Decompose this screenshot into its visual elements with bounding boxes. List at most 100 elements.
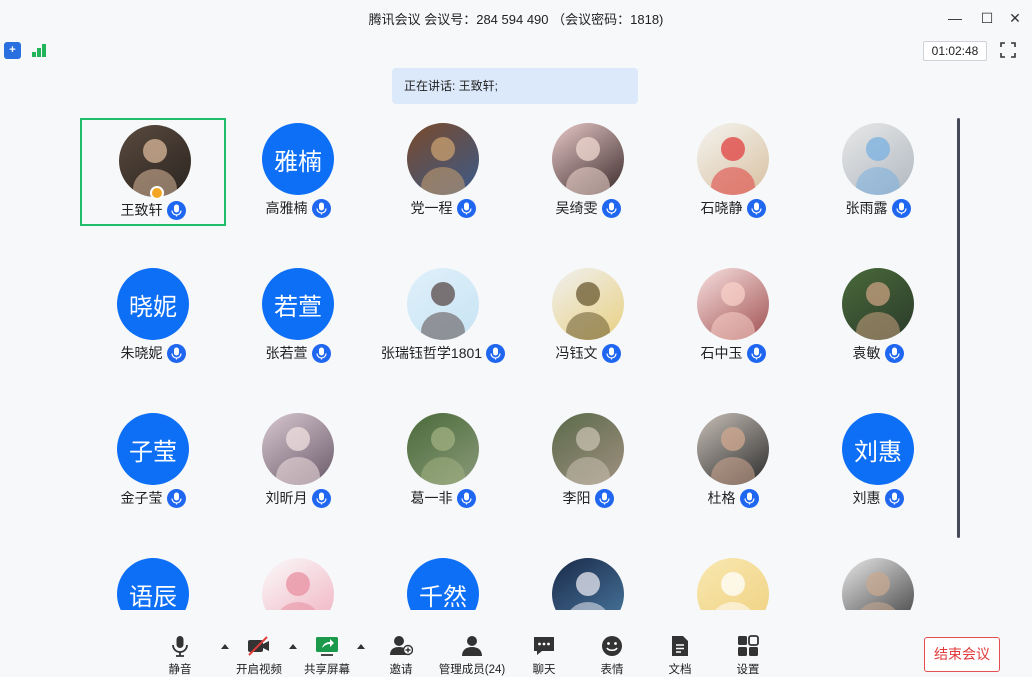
- avatar: 雅楠: [262, 123, 334, 195]
- participant-tile[interactable]: 若萱 张若萱: [225, 263, 371, 371]
- participant-tile[interactable]: 冯钰文: [515, 263, 661, 371]
- avatar: [697, 123, 769, 195]
- avatar: 语辰: [117, 558, 189, 610]
- title-bar: 腾讯会议 会议号：284 594 490 （会议密码：1818) — ☐ ✕: [0, 0, 1032, 36]
- avatar: 刘惠: [842, 413, 914, 485]
- avatar: [407, 413, 479, 485]
- participant-tile[interactable]: 王致轩: [80, 118, 226, 226]
- participant-tile[interactable]: 语辰: [80, 553, 226, 610]
- host-badge-icon: [150, 186, 164, 200]
- window-title: 腾讯会议 会议号：284 594 490 （会议密码：1818): [368, 12, 664, 27]
- participant-mic-icon: [311, 198, 331, 218]
- participant-tile[interactable]: 吴绮雯: [515, 118, 661, 226]
- participant-tile[interactable]: 张瑞钰哲学1801: [370, 263, 516, 371]
- shield-icon[interactable]: +: [4, 42, 21, 59]
- participant-mic-icon: [601, 343, 621, 363]
- start-video-label: 开启视频: [236, 664, 282, 676]
- status-bar: + 01:02:48: [0, 38, 1032, 64]
- participant-tile[interactable]: 杜格: [660, 408, 806, 516]
- participant-tile[interactable]: [515, 553, 661, 610]
- participant-tile[interactable]: 张雨露: [805, 118, 950, 226]
- document-icon: [672, 636, 688, 656]
- participant-mic-icon: [891, 198, 911, 218]
- participant-name: 党一程: [410, 200, 453, 216]
- documents-label: 文档: [668, 664, 692, 676]
- participant-mic-icon: [884, 488, 904, 508]
- documents-button[interactable]: 文档: [664, 635, 696, 677]
- participant-mic-icon: [166, 343, 186, 363]
- participant-tile[interactable]: 石中玉: [660, 263, 806, 371]
- share-options-caret-icon[interactable]: [356, 642, 366, 650]
- avatar: [552, 558, 624, 610]
- participant-mic-icon: [746, 198, 766, 218]
- participant-name-row: 李阳: [515, 488, 661, 508]
- mute-button[interactable]: 静音: [164, 635, 196, 677]
- participant-tile[interactable]: 子莹 金子莹: [80, 408, 226, 516]
- participant-name-row: 张瑞钰哲学1801: [370, 343, 516, 363]
- participant-name-row: 石晓静: [660, 198, 806, 218]
- end-meeting-button[interactable]: 结束会议: [924, 637, 1000, 672]
- avatar: 晓妮: [117, 268, 189, 340]
- participant-name-row: 朱晓妮: [80, 343, 226, 363]
- chat-button[interactable]: 聊天: [528, 635, 560, 677]
- avatar: [407, 268, 479, 340]
- participant-tile[interactable]: 雅楠 高雅楠: [225, 118, 371, 226]
- participant-name: 葛一非: [410, 490, 453, 506]
- participant-tile[interactable]: 石晓静: [660, 118, 806, 226]
- participant-tile[interactable]: 葛一非: [370, 408, 516, 516]
- members-icon: [462, 636, 482, 656]
- share-screen-button[interactable]: 共享屏幕: [302, 635, 352, 677]
- participant-mic-icon: [739, 488, 759, 508]
- settings-button[interactable]: 设置: [732, 635, 764, 677]
- participant-name-row: 葛一非: [370, 488, 516, 508]
- invite-label: 邀请: [389, 664, 413, 676]
- participant-tile[interactable]: [660, 553, 806, 610]
- participant-mic-icon: [166, 200, 186, 220]
- emoji-button[interactable]: 表情: [596, 635, 628, 677]
- video-options-caret-icon[interactable]: [288, 642, 298, 650]
- participant-name: 张雨露: [845, 200, 888, 216]
- avatar: [552, 268, 624, 340]
- fullscreen-icon[interactable]: [1000, 42, 1016, 58]
- start-video-button[interactable]: 开启视频: [234, 635, 284, 677]
- avatar: [262, 558, 334, 610]
- participant-name-row: 张若萱: [225, 343, 371, 363]
- avatar: [697, 413, 769, 485]
- signal-strength-icon[interactable]: [32, 43, 48, 57]
- speaking-indicator: 正在讲话: 王致轩;: [392, 68, 638, 104]
- invite-user-icon: [390, 636, 413, 656]
- participant-mic-icon: [746, 343, 766, 363]
- participant-tile[interactable]: [225, 553, 371, 610]
- participant-name: 朱晓妮: [120, 345, 163, 361]
- chat-icon: [534, 637, 554, 655]
- avatar: [842, 123, 914, 195]
- participant-mic-icon: [884, 343, 904, 363]
- participant-tile[interactable]: 袁敏: [805, 263, 950, 371]
- minimize-button[interactable]: —: [945, 8, 965, 28]
- participant-mic-icon: [311, 343, 331, 363]
- participant-tile[interactable]: 晓妮 朱晓妮: [80, 263, 226, 371]
- participant-name-row: 王致轩: [82, 200, 224, 220]
- grid-scrollbar[interactable]: [957, 118, 960, 538]
- participant-name: 刘惠: [852, 490, 881, 506]
- participant-grid[interactable]: 王致轩 雅楠 高雅楠 党一程 吴绮雯 石晓静 张雨露 晓妮 朱晓妮 若萱 张若萱 张瑞钰哲学1801 冯…: [80, 118, 950, 610]
- participant-name-row: 冯钰文: [515, 343, 661, 363]
- participant-tile[interactable]: 刘惠 刘惠: [805, 408, 950, 516]
- participant-name: 冯钰文: [555, 345, 598, 361]
- maximize-button[interactable]: ☐: [977, 8, 997, 28]
- participant-tile[interactable]: [805, 553, 950, 610]
- participant-tile[interactable]: 千然: [370, 553, 516, 610]
- share-screen-label: 共享屏幕: [304, 664, 350, 676]
- manage-members-button[interactable]: 管理成员(24): [436, 635, 508, 677]
- participant-mic-icon: [486, 343, 506, 363]
- participant-name-row: 党一程: [370, 198, 516, 218]
- participant-tile[interactable]: 党一程: [370, 118, 516, 226]
- participant-name-row: 袁敏: [805, 343, 950, 363]
- close-button[interactable]: ✕: [1005, 8, 1025, 28]
- invite-button[interactable]: 邀请: [385, 635, 417, 677]
- avatar: [842, 558, 914, 610]
- participant-tile[interactable]: 李阳: [515, 408, 661, 516]
- participant-tile[interactable]: 刘昕月: [225, 408, 371, 516]
- participant-name: 李阳: [562, 490, 591, 506]
- mute-options-caret-icon[interactable]: [220, 642, 230, 650]
